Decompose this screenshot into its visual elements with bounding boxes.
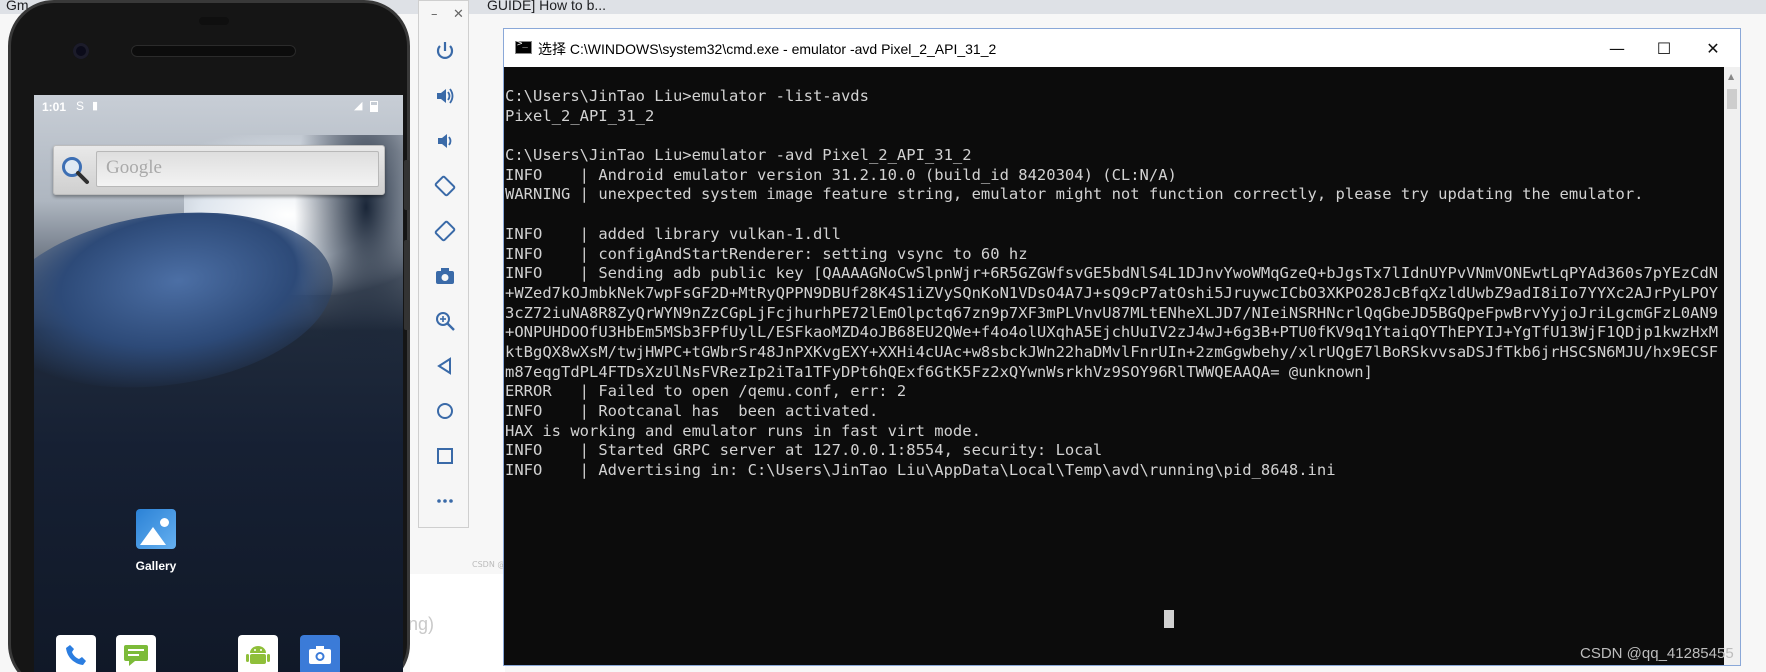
rotate-right-icon — [434, 220, 456, 242]
volume-down-icon — [438, 134, 452, 148]
android-app-icon[interactable] — [238, 635, 278, 672]
messaging-app-icon[interactable] — [116, 635, 156, 672]
more-button[interactable] — [433, 489, 457, 513]
volume-up-button[interactable] — [433, 84, 457, 108]
signal-icon: ◢ — [354, 100, 363, 112]
phone-side-button — [404, 160, 410, 210]
console-line-adb-key: INFO | Sending adb public key [QAAAAGNoC… — [505, 264, 1719, 381]
phone-top-slot — [199, 17, 229, 25]
emulator-toolbar: – ✕ — [418, 0, 469, 528]
console-line: Pixel_2_API_31_2 — [505, 106, 655, 125]
zoom-icon — [436, 312, 455, 331]
console-line: ERROR | Failed to open /qemu.conf, err: … — [505, 382, 907, 401]
gallery-app[interactable]: Gallery — [118, 509, 194, 573]
phone-app-icon[interactable] — [56, 635, 96, 672]
phone-side-button — [404, 240, 410, 330]
google-search-widget[interactable]: Google — [53, 145, 385, 195]
console-line: C:\Users\JinTao Liu>emulator -list-avds — [505, 87, 869, 105]
battery-icon — [370, 101, 378, 112]
back-triangle-icon — [437, 357, 451, 375]
gallery-icon[interactable] — [136, 509, 176, 549]
zoom-button[interactable] — [433, 309, 457, 333]
background-small-watermark: CSDN @ — [472, 560, 506, 569]
overview-square-icon — [437, 448, 453, 464]
toolbar-minimize-button[interactable]: – — [431, 7, 438, 22]
status-bar: 1:01 S ▮ ◢ — [34, 95, 403, 119]
android-robot-icon — [246, 646, 270, 664]
rotate-right-button[interactable] — [433, 219, 457, 243]
cmd-titlebar[interactable]: 选择 C:\WINDOWS\system32\cmd.exe - emulato… — [504, 29, 1740, 67]
scroll-up-arrow-icon[interactable]: ▲ — [1728, 72, 1734, 81]
home-circle-icon — [437, 403, 453, 419]
cmd-app-icon — [515, 39, 532, 54]
window-title: 选择 C:\WINDOWS\system32\cmd.exe - emulato… — [538, 41, 997, 57]
volume-down-button[interactable] — [433, 129, 457, 153]
power-button[interactable] — [433, 39, 457, 63]
console-line: HAX is working and emulator runs in fast… — [505, 421, 981, 440]
rotate-left-button[interactable] — [433, 174, 457, 198]
desktop: Gm AO GUIDE] How to b... CSDN @ ng) 1:01… — [0, 0, 1766, 672]
console-line: INFO | Advertising in: C:\Users\JinTao L… — [505, 461, 1336, 480]
text-cursor — [1164, 610, 1174, 628]
volume-up-icon — [437, 88, 454, 104]
emulator-phone-frame: 1:01 S ▮ ◢ Google Gallery — [8, 0, 410, 672]
search-input[interactable]: Google — [96, 151, 379, 187]
vertical-scrollbar[interactable]: ▲ — [1724, 67, 1740, 665]
background-bottom-text: ng) — [408, 614, 435, 634]
phone-screen[interactable]: 1:01 S ▮ ◢ Google Gallery — [34, 95, 403, 672]
toolbar-close-button[interactable]: ✕ — [453, 7, 464, 22]
scrollbar-thumb[interactable] — [1727, 89, 1737, 109]
rotate-left-icon — [434, 175, 456, 197]
close-button[interactable]: ✕ — [1684, 29, 1742, 67]
cmd-window[interactable]: 选择 C:\WINDOWS\system32\cmd.exe - emulato… — [503, 28, 1741, 666]
console-output[interactable]: C:\Users\JinTao Liu>emulator -list-avds … — [504, 67, 1724, 665]
more-dots-icon — [437, 499, 453, 503]
overview-button[interactable] — [433, 444, 457, 468]
background-right-edge — [1748, 100, 1766, 220]
home-button[interactable] — [433, 399, 457, 423]
console-line: INFO | configAndStartRenderer: setting v… — [505, 244, 1028, 263]
message-icon — [124, 645, 148, 666]
front-camera — [73, 43, 89, 59]
earpiece-speaker — [131, 45, 296, 57]
csdn-watermark: CSDN @qq_41285455 — [1580, 645, 1734, 662]
background-tab-text[interactable]: GUIDE] How to b... — [487, 0, 606, 13]
console-line: C:\Users\JinTao Liu>emulator -avd Pixel_… — [505, 146, 972, 165]
console-line: INFO | Started GRPC server at 127.0.0.1:… — [505, 441, 1103, 460]
phone-handset-icon — [66, 645, 86, 665]
console-line: INFO | Android emulator version 31.2.10.… — [505, 165, 1177, 184]
screenshot-button[interactable] — [433, 264, 457, 288]
power-icon — [436, 42, 454, 59]
status-s-icon: S — [76, 99, 85, 113]
console-line: WARNING | unexpected system image featur… — [505, 185, 1644, 204]
camera-icon — [309, 646, 331, 664]
status-time: 1:01 — [42, 100, 67, 114]
camera-app-icon[interactable] — [300, 635, 340, 672]
console-line: INFO | Rootcanal has been activated. — [505, 402, 879, 421]
console-line: INFO | added library vulkan-1.dll — [505, 224, 841, 243]
gallery-label: Gallery — [135, 559, 177, 573]
search-icon[interactable] — [60, 155, 90, 185]
camera-icon — [436, 268, 454, 284]
sd-card-icon: ▮ — [92, 100, 99, 112]
back-button[interactable] — [433, 354, 457, 378]
